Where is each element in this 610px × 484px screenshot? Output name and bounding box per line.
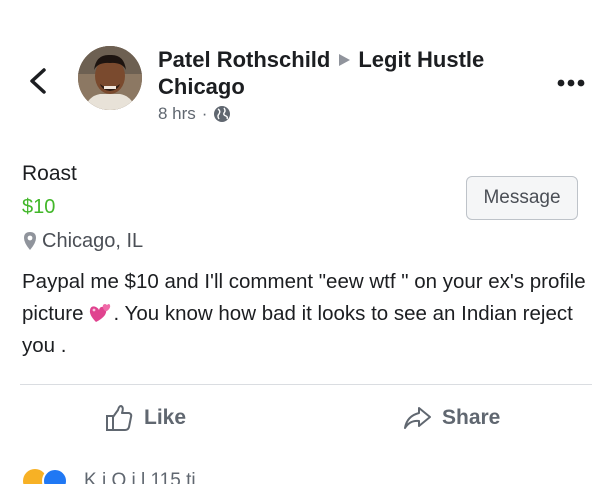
post-header-text: Patel Rothschild Legit Hustle Chicago 8 hr…: [158, 46, 548, 124]
reactions-text: K i Q i l 115 ti: [84, 470, 196, 484]
post-body: Paypal me $10 and I'll comment "eew wtf …: [22, 266, 592, 362]
meta-separator: ·: [201, 104, 208, 123]
triangle-right-icon: [339, 53, 351, 66]
more-horizontal-icon[interactable]: [556, 78, 586, 88]
location-pin-icon: [24, 232, 36, 250]
like-button[interactable]: Like: [104, 398, 186, 438]
share-button[interactable]: Share: [402, 398, 500, 438]
post-timestamp[interactable]: 8 hrs: [158, 104, 196, 124]
group-name-line1[interactable]: Legit Hustle: [358, 47, 484, 72]
post-title: Patel Rothschild Legit Hustle Chicago: [158, 46, 548, 100]
thumbs-up-icon: [106, 405, 133, 431]
reactions-summary[interactable]: K i Q i l 115 ti: [22, 468, 582, 484]
post-meta: 8 hrs ·: [158, 104, 548, 124]
avatar-photo: [78, 46, 142, 110]
share-label: Share: [442, 406, 501, 429]
message-button[interactable]: Message: [466, 176, 578, 220]
share-arrow-icon: [404, 407, 431, 429]
chevron-left-icon[interactable]: [26, 66, 52, 96]
globe-icon: [214, 106, 231, 122]
post-header: Patel Rothschild Legit Hustle Chicago 8 hr…: [0, 0, 610, 140]
author-name[interactable]: Patel Rothschild: [158, 47, 330, 72]
listing-location: Chicago, IL: [22, 228, 592, 254]
divider: [20, 384, 592, 385]
two-hearts-emoji-icon: [89, 304, 110, 322]
reaction-icons: [23, 468, 68, 484]
like-label: Like: [144, 406, 187, 429]
listing-location-text: Chicago, IL: [42, 230, 144, 252]
group-name-line2[interactable]: Chicago: [158, 74, 245, 99]
avatar[interactable]: [78, 46, 142, 110]
